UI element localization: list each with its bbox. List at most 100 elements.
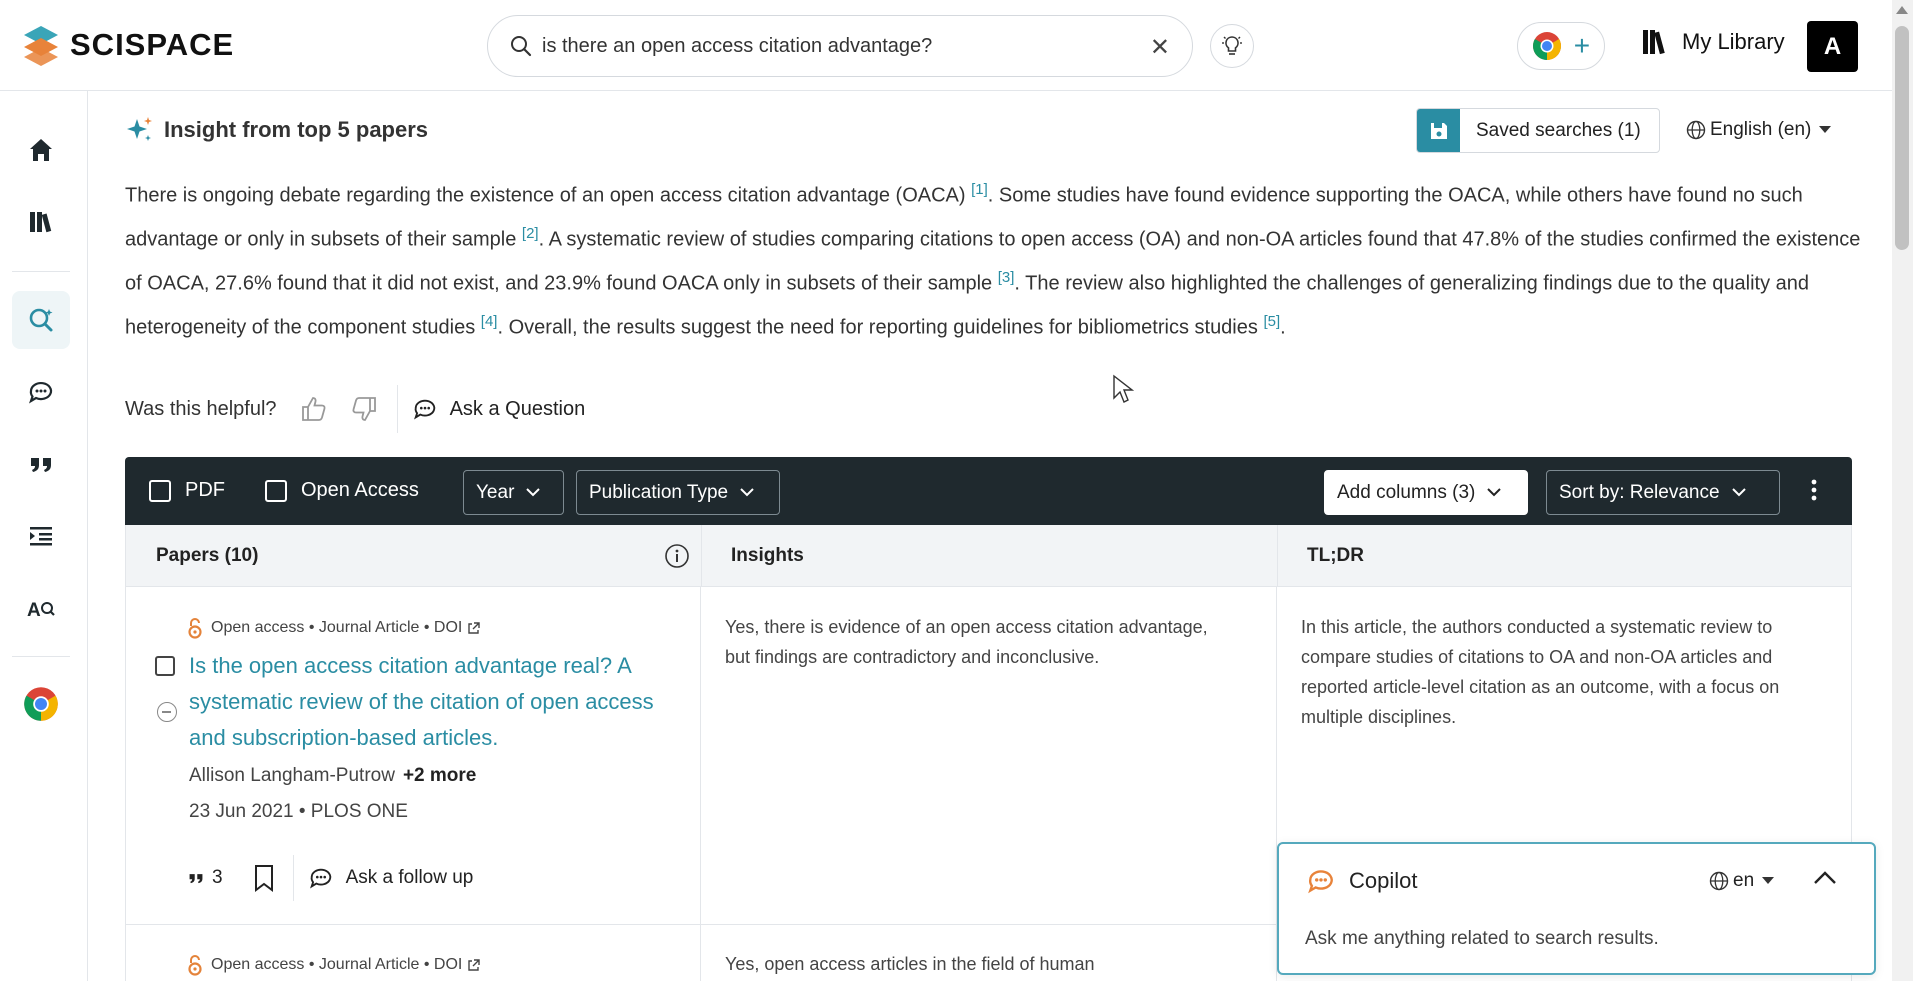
checkbox-icon <box>265 479 287 502</box>
remove-paper-icon[interactable] <box>157 702 177 722</box>
divider <box>396 385 398 433</box>
globe-icon <box>1709 871 1729 891</box>
mouse-cursor-icon <box>1113 374 1134 403</box>
open-access-filter-checkbox[interactable]: Open Access <box>265 479 419 502</box>
sidebar-item-chrome-extension[interactable] <box>12 675 70 733</box>
tldr-cell: In this article, the authors conducted a… <box>1301 617 1780 727</box>
citation-ref-2[interactable]: [2] <box>522 225 539 242</box>
brand-name: SCISPACE <box>70 27 235 62</box>
insight-header: Insight from top 5 papers <box>124 115 428 145</box>
chevron-up-icon[interactable] <box>1813 870 1837 886</box>
open-access-icon <box>188 955 202 976</box>
feedback-row: Was this helpful? Ask a Question <box>125 385 585 433</box>
sort-by-dropdown[interactable]: Sort by: Relevance <box>1546 470 1780 515</box>
more-authors-link[interactable]: +2 more <box>403 765 476 786</box>
top-bar: SCISPACE ✕ + My Library A <box>0 0 1892 91</box>
copilot-chat-icon <box>1308 870 1333 894</box>
filter-bar: PDF Open Access Year Publication Type Ad… <box>125 457 1852 525</box>
paper-authors: Allison Langham-Putrow +2 more <box>189 765 476 787</box>
table-header: Papers (10) Insights TL;DR <box>125 525 1852 587</box>
sort-by-label: Sort by: Relevance <box>1559 481 1720 503</box>
chat-icon <box>29 381 53 404</box>
summary-text: There is ongoing debate regarding the ex… <box>125 184 972 207</box>
citation-ref-4[interactable]: [4] <box>481 313 498 330</box>
save-icon <box>1430 122 1447 139</box>
bookmark-icon[interactable] <box>253 864 275 892</box>
chevron-down-icon <box>1731 488 1746 497</box>
insight-cell: Yes, open access articles in the field o… <box>725 954 1095 974</box>
access-label: Open access <box>211 956 305 973</box>
year-label: Year <box>476 481 515 503</box>
chevron-down-icon <box>1487 488 1502 497</box>
language-selector[interactable]: English (en) <box>1686 119 1832 141</box>
chevron-down-icon <box>526 488 541 497</box>
language-label: English (en) <box>1710 119 1812 140</box>
open-access-filter-label: Open Access <box>301 479 419 501</box>
sidebar-item-literature-review[interactable] <box>12 291 70 349</box>
search-input[interactable] <box>542 34 1142 58</box>
citation-ref-3[interactable]: [3] <box>998 269 1015 286</box>
thumbs-down-icon[interactable] <box>349 394 379 424</box>
open-access-icon <box>188 618 202 639</box>
scrollbar-thumb[interactable] <box>1895 26 1909 250</box>
copilot-hint: Ask me anything related to search result… <box>1305 928 1659 949</box>
ask-question-button[interactable]: Ask a Question <box>412 396 585 422</box>
saved-searches-label: Saved searches (1) <box>1476 119 1641 141</box>
paper-select-checkbox[interactable] <box>155 656 175 676</box>
search-insight-icon <box>29 308 53 332</box>
sidebar-item-paraphraser[interactable] <box>12 507 70 565</box>
sidebar-item-citation[interactable] <box>12 435 70 493</box>
add-columns-label: Add columns (3) <box>1337 481 1476 503</box>
sidebar-item-home[interactable] <box>12 121 70 179</box>
pdf-filter-checkbox[interactable]: PDF <box>149 479 225 502</box>
papers-header-label: Papers (10) <box>156 544 259 566</box>
sidebar-item-library[interactable] <box>12 193 70 251</box>
add-columns-dropdown[interactable]: Add columns (3) <box>1324 470 1528 515</box>
copilot-panel[interactable]: Copilot en Ask me anything related to se… <box>1277 842 1876 975</box>
summary-text: . Overall, the results suggest the need … <box>497 316 1264 339</box>
paper-meta: Open access • Journal Article • DOI <box>187 617 481 639</box>
citation-ref-1[interactable]: [1] <box>971 181 988 198</box>
avatar[interactable]: A <box>1807 21 1858 72</box>
caret-down-icon <box>1819 126 1832 133</box>
year-dropdown[interactable]: Year <box>463 470 564 515</box>
plus-icon: + <box>1573 30 1591 61</box>
insights-column-header: Insights <box>701 525 1277 586</box>
thumbs-up-icon[interactable] <box>299 394 329 424</box>
external-link-icon[interactable] <box>467 958 481 972</box>
my-library-link[interactable]: My Library <box>1640 27 1785 57</box>
chevron-down-icon <box>740 488 754 497</box>
search-icon <box>511 36 532 57</box>
insight-cell: Yes, there is evidence of an open access… <box>725 617 1208 667</box>
doi-link[interactable]: DOI <box>434 619 462 637</box>
info-icon[interactable] <box>664 543 690 569</box>
doi-link[interactable]: DOI <box>434 956 462 974</box>
scroll-up-icon[interactable] <box>1896 6 1908 14</box>
paper-title-link[interactable]: Is the open access citation advantage re… <box>189 648 689 756</box>
ask-follow-up-button[interactable]: Ask a follow up <box>308 865 473 891</box>
sidebar-item-chat[interactable] <box>12 363 70 421</box>
chat-icon <box>309 868 331 889</box>
external-link-icon[interactable] <box>467 621 481 635</box>
checkbox-icon <box>149 479 171 502</box>
paper-date-venue: 23 Jun 2021 • PLOS ONE <box>189 801 408 822</box>
publication-type-dropdown[interactable]: Publication Type <box>576 470 780 515</box>
copilot-title: Copilot <box>1349 868 1418 893</box>
more-options-icon[interactable] <box>1811 479 1817 501</box>
search-bar[interactable]: ✕ <box>487 15 1193 77</box>
add-chrome-extension-button[interactable]: + <box>1517 22 1605 70</box>
insight-title: Insight from top 5 papers <box>164 117 429 142</box>
sidebar-divider <box>12 656 70 657</box>
copilot-language-selector[interactable]: en <box>1709 870 1775 892</box>
library-icon <box>1643 30 1665 55</box>
citation-ref-5[interactable]: [5] <box>1263 313 1280 330</box>
citations-count[interactable]: 3 <box>186 867 223 889</box>
saved-searches-button[interactable]: Saved searches (1) <box>1416 108 1660 153</box>
clear-search-icon[interactable]: ✕ <box>1150 33 1170 62</box>
column-divider <box>700 587 701 981</box>
publication-type-label: Publication Type <box>589 481 729 503</box>
home-icon <box>30 139 52 161</box>
lightbulb-button[interactable] <box>1210 24 1254 68</box>
sidebar-item-ai-detector[interactable]: A <box>12 579 70 637</box>
logo[interactable]: SCISPACE <box>22 24 234 66</box>
